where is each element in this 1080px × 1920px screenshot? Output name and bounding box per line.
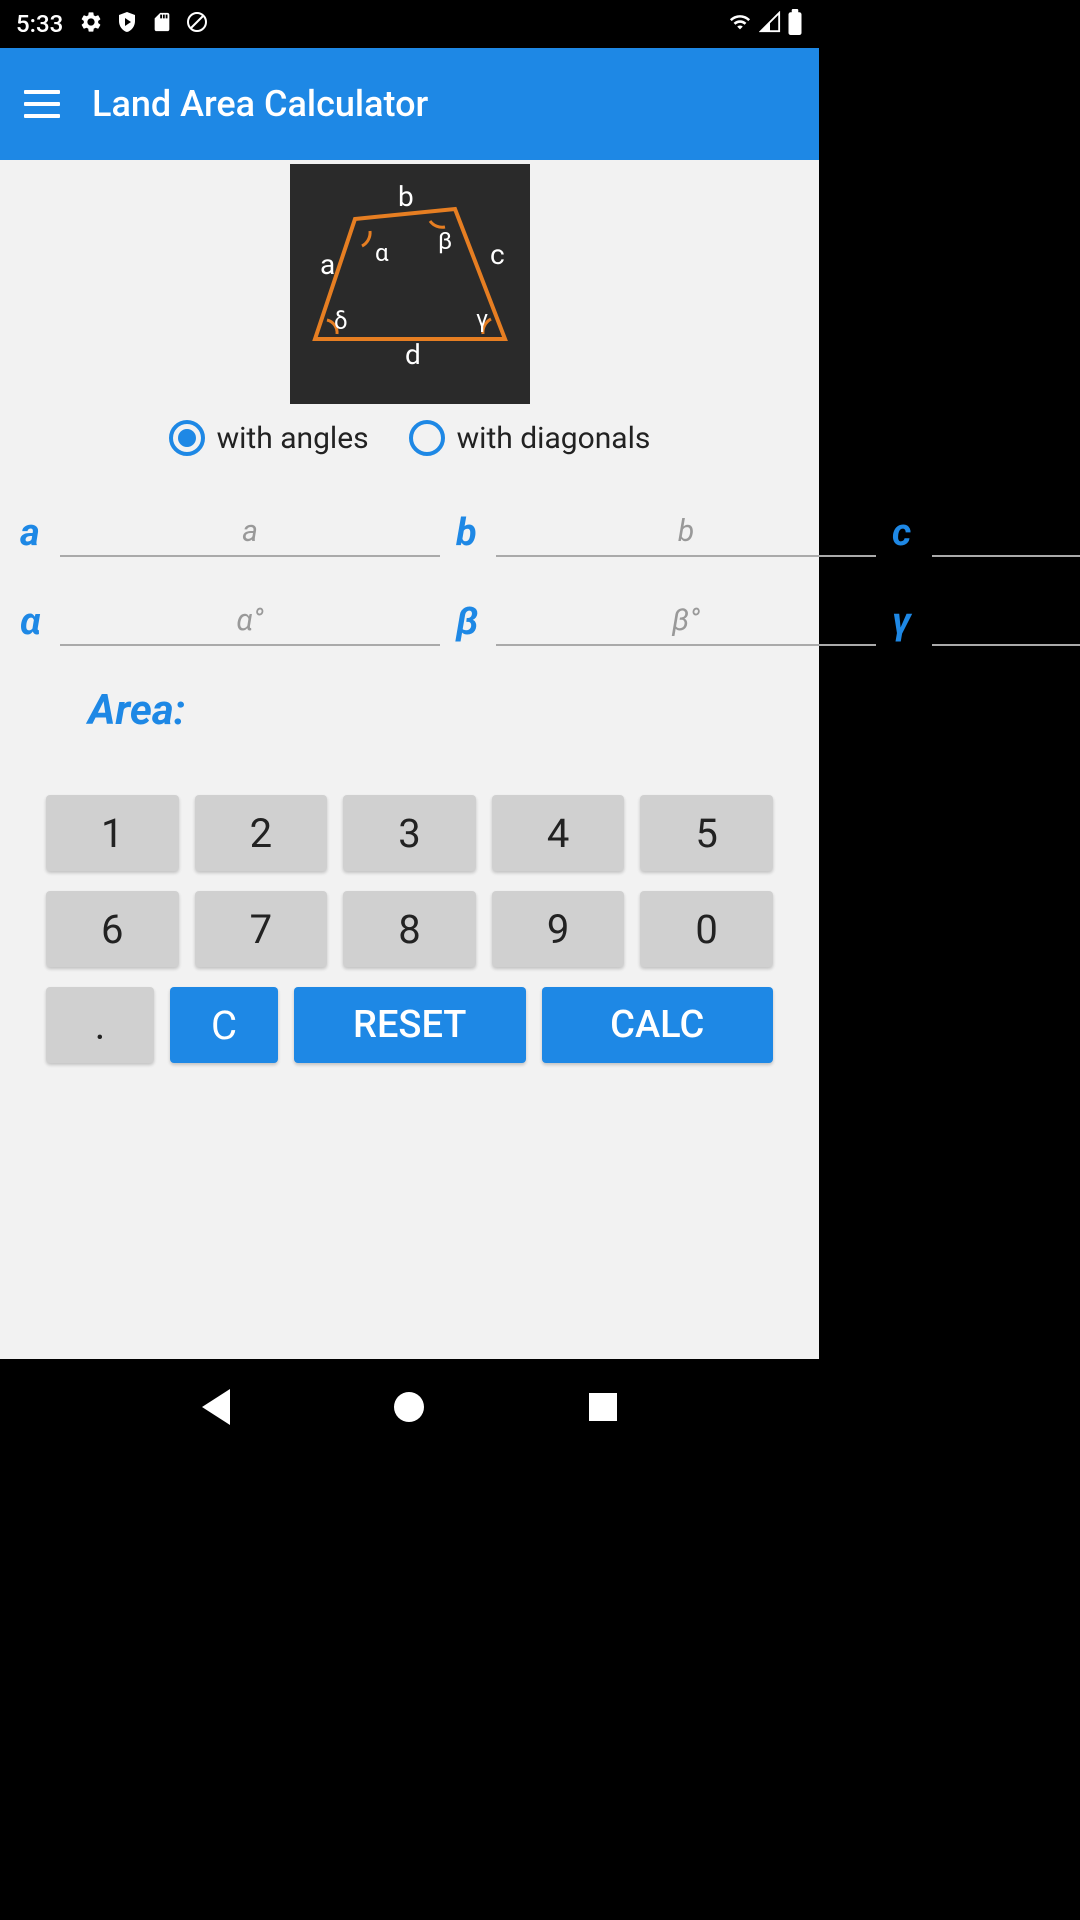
nav-recent-icon[interactable] [589,1393,617,1421]
angle-alpha-input[interactable] [60,597,440,646]
calc-button[interactable]: CALC [542,987,774,1063]
radio-label: with angles [217,421,369,456]
radio-button-icon [409,420,445,456]
mode-radio-group: with angles with diagonals [0,404,819,488]
quadrilateral-diagram: a b c d α β γ δ [290,164,530,404]
key-5[interactable]: 5 [640,795,773,871]
key-0[interactable]: 0 [640,891,773,967]
key-6[interactable]: 6 [46,891,179,967]
angle-alpha-label: α [20,600,52,644]
radio-with-diagonals[interactable]: with diagonals [409,420,651,456]
reset-button[interactable]: RESET [294,987,526,1063]
radio-with-angles[interactable]: with angles [169,420,369,456]
key-9[interactable]: 9 [492,891,625,967]
radio-button-icon [169,420,205,456]
radio-label: with diagonals [457,421,651,456]
area-label: Area: [88,686,185,735]
hamburger-menu-icon[interactable] [24,90,60,118]
svg-text:c: c [490,238,505,271]
key-8[interactable]: 8 [343,891,476,967]
nav-home-icon[interactable] [394,1392,424,1422]
signal-icon [759,11,781,37]
angle-beta-input[interactable] [496,597,876,646]
svg-text:β: β [438,227,452,255]
key-decimal[interactable]: . [46,987,154,1063]
svg-text:δ: δ [334,307,348,335]
battery-icon [787,9,803,39]
side-c-label: c [892,511,924,555]
app-title: Land Area Calculator [92,83,428,125]
svg-text:b: b [398,180,414,213]
key-3[interactable]: 3 [343,795,476,871]
svg-text:α: α [375,239,389,267]
svg-text:a: a [320,248,335,281]
sd-card-icon [151,11,173,37]
key-clear[interactable]: C [170,987,278,1063]
side-a-label: a [20,511,52,555]
svg-text:γ: γ [476,305,488,333]
play-shield-icon [115,10,139,38]
app-bar: Land Area Calculator [0,48,819,160]
side-c-input[interactable] [932,508,1080,557]
wifi-icon [727,11,753,37]
keypad: 1 2 3 4 5 6 7 8 9 0 . C RESET CALC [0,755,819,1063]
status-bar: 5:33 [0,0,819,48]
key-7[interactable]: 7 [195,891,328,967]
navigation-bar [0,1359,819,1455]
side-b-input[interactable] [496,508,876,557]
side-a-input[interactable] [60,508,440,557]
angle-gamma-label: γ [892,600,924,644]
no-location-icon [185,10,209,38]
main-content: a b c d α β γ δ with angles with diagona… [0,160,819,1359]
angle-gamma-input[interactable] [932,597,1080,646]
key-2[interactable]: 2 [195,795,328,871]
svg-text:d: d [405,338,421,371]
status-time: 5:33 [16,10,63,38]
nav-back-icon[interactable] [202,1389,230,1425]
angle-beta-label: β [456,600,488,644]
key-4[interactable]: 4 [492,795,625,871]
gear-icon [79,10,103,38]
key-1[interactable]: 1 [46,795,179,871]
side-b-label: b [456,511,488,555]
